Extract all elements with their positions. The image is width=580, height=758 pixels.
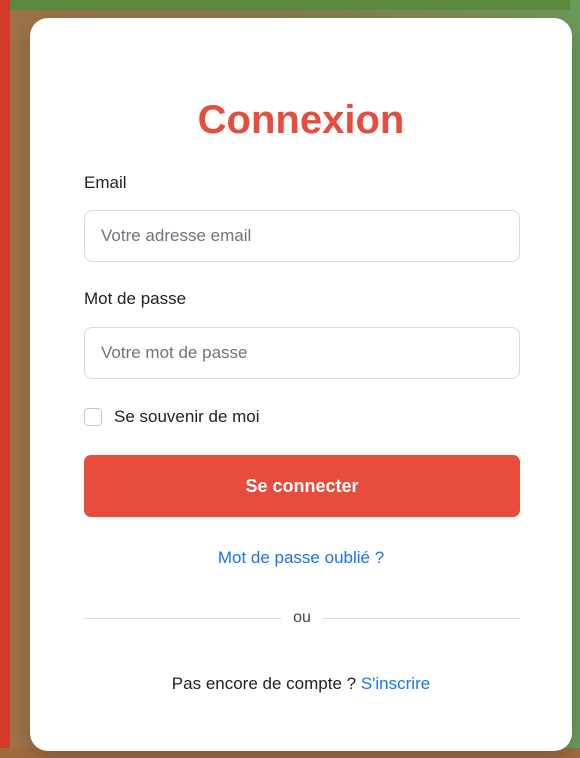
divider: ou: [84, 607, 521, 629]
background-edge-left: [0, 0, 10, 758]
remember-me-checkbox[interactable]: [84, 408, 102, 426]
background-edge-top: [0, 0, 580, 10]
divider-label: ou: [293, 609, 311, 626]
forgot-password-link[interactable]: Mot de passe oublié ?: [30, 548, 572, 568]
email-input[interactable]: [84, 210, 520, 262]
remember-me-label: Se souvenir de moi: [114, 407, 260, 426]
signup-row: Pas encore de compte ? S'inscrire: [30, 674, 572, 694]
signup-link[interactable]: S'inscrire: [361, 674, 430, 693]
email-label: Email: [84, 173, 127, 192]
remember-me-row[interactable]: Se souvenir de moi: [84, 407, 260, 427]
login-title: Connexion: [197, 98, 405, 142]
divider-line-right: [322, 617, 521, 619]
login-button[interactable]: Se connecter: [84, 455, 520, 517]
divider-line-left: [84, 617, 282, 619]
password-input[interactable]: [84, 327, 520, 379]
login-card: Connexion Email Mot de passe Se souvenir…: [30, 18, 572, 751]
signup-prompt: Pas encore de compte ?: [171, 674, 357, 693]
password-label: Mot de passe: [84, 289, 187, 308]
